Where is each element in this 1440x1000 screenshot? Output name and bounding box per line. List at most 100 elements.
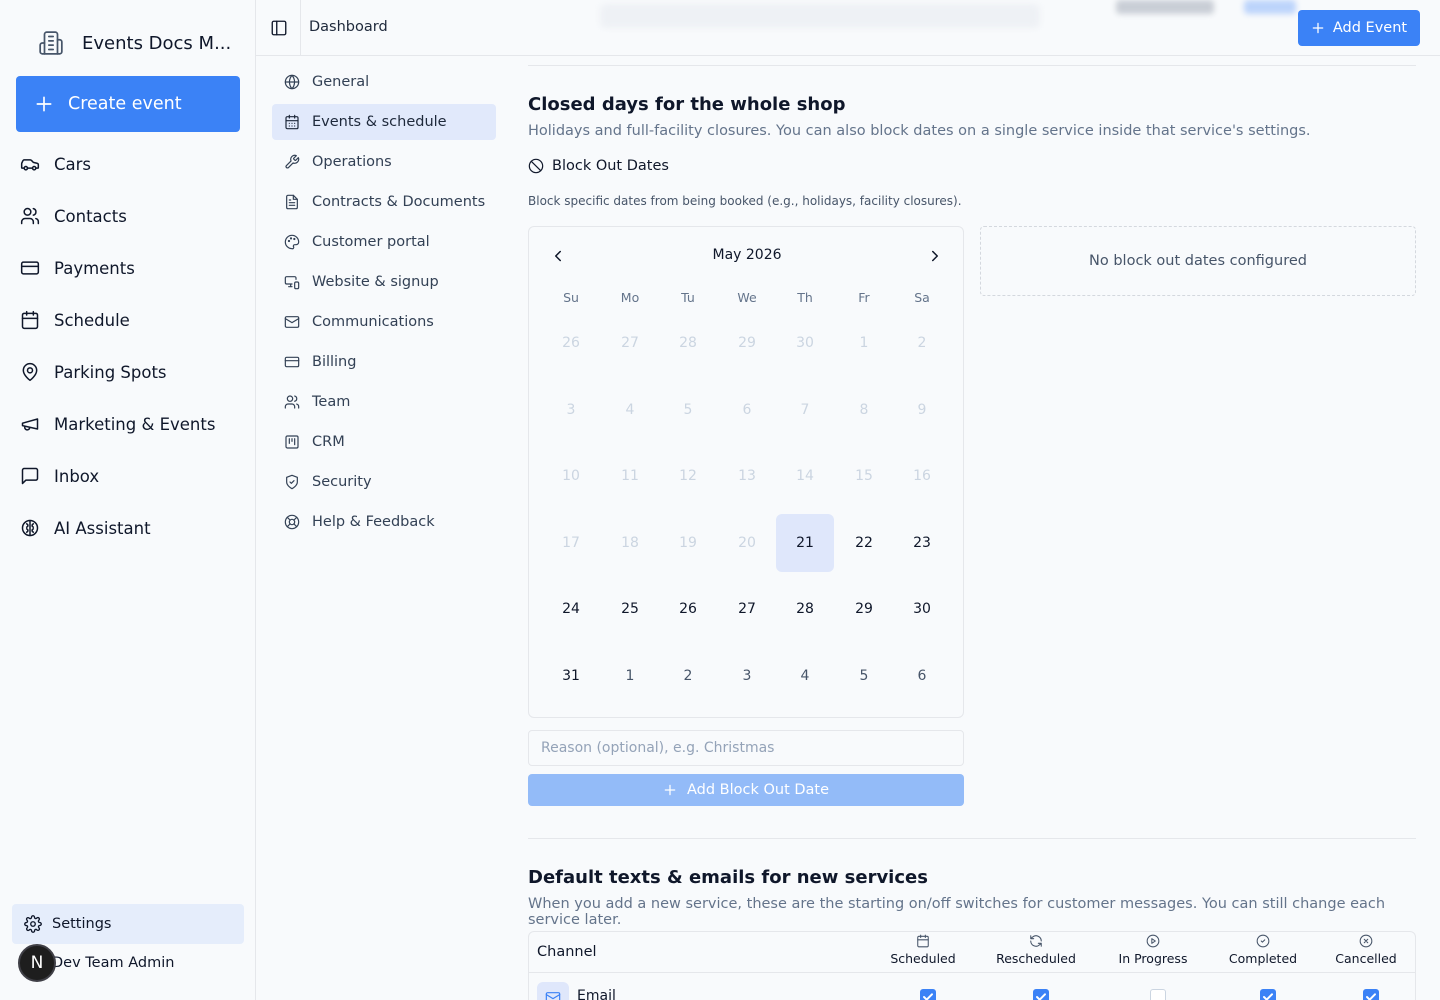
create-event-label: Create event <box>68 94 182 114</box>
calendar-day[interactable]: 29 <box>835 580 893 638</box>
ban-icon <box>528 158 544 174</box>
email-channel-badge <box>537 982 569 1000</box>
life-buoy-icon <box>284 514 300 530</box>
checkbox-in-progress[interactable] <box>1150 989 1166 1000</box>
settings-nav-contracts-documents[interactable]: Contracts & Documents <box>272 184 496 220</box>
sidebar-item-marketing-events[interactable]: Marketing & Events <box>20 404 215 444</box>
play-circle-icon <box>1146 934 1160 948</box>
sidebar-item-inbox[interactable]: Inbox <box>20 456 99 496</box>
calendar-day: 15 <box>855 468 873 484</box>
blockout-header: Block Out Dates <box>528 158 669 174</box>
calendar-day[interactable]: 1 <box>601 647 659 705</box>
sidebar-item-parking-spots[interactable]: Parking Spots <box>20 352 167 392</box>
settings-nav-team[interactable]: Team <box>272 384 496 420</box>
brand[interactable]: Events Docs M... <box>38 30 231 56</box>
file-text-icon <box>286 194 298 210</box>
sidebar-item-settings[interactable]: Settings <box>12 904 244 944</box>
calendar-day[interactable]: 3 <box>718 647 776 705</box>
calendar-day: 18 <box>621 535 639 551</box>
map-pin-icon <box>22 362 38 382</box>
calendar-day-today[interactable]: 21 <box>776 514 834 572</box>
settings-nav-security[interactable]: Security <box>272 464 496 500</box>
plus-icon <box>36 96 52 112</box>
calendar-day[interactable]: 28 <box>776 580 834 638</box>
chevron-right-icon[interactable] <box>926 247 944 265</box>
reason-input[interactable] <box>528 730 964 766</box>
checkbox-completed[interactable] <box>1260 989 1276 1000</box>
check-icon <box>923 993 933 1000</box>
calendar-day[interactable]: 30 <box>893 580 951 638</box>
settings-nav-help-feedback[interactable]: Help & Feedback <box>272 504 496 540</box>
calendar-day[interactable]: 27 <box>718 580 776 638</box>
calendar-day: 11 <box>621 468 639 484</box>
add-event-button[interactable]: Add Event <box>1298 10 1420 46</box>
message-square-icon <box>21 467 39 485</box>
settings-nav-label: Security <box>312 474 372 490</box>
main-sidebar: Events Docs M... Create event Cars Conta… <box>0 0 256 1000</box>
calendar-day[interactable]: 2 <box>659 647 717 705</box>
sidebar-item-ai-assistant[interactable]: AI Assistant <box>20 508 151 548</box>
megaphone-icon <box>21 418 39 431</box>
blurred-overlay <box>1116 0 1214 14</box>
column-header-cancelled: Cancelled <box>1311 934 1415 966</box>
settings-nav-general[interactable]: General <box>272 64 496 100</box>
avatar: N <box>18 944 56 982</box>
calendar-day[interactable]: 4 <box>776 647 834 705</box>
column-label: Rescheduled <box>996 951 1076 966</box>
calendar-day: 12 <box>679 468 697 484</box>
sidebar-item-label: Contacts <box>54 206 127 226</box>
palette-icon <box>284 234 300 250</box>
sidebar-item-cars[interactable]: Cars <box>20 144 91 184</box>
settings-nav-label: Billing <box>312 354 357 370</box>
user-menu[interactable]: N Dev Team Admin <box>18 944 174 982</box>
create-event-button[interactable]: Create event <box>16 76 240 132</box>
settings-nav-customer-portal[interactable]: Customer portal <box>272 224 496 260</box>
settings-nav-label: Communications <box>312 314 434 330</box>
settings-nav-website-signup[interactable]: Website & signup <box>272 264 496 300</box>
settings-nav-label: Contracts & Documents <box>312 194 486 210</box>
calendar-day[interactable]: 25 <box>601 580 659 638</box>
check-icon <box>1036 993 1046 1000</box>
sidebar-item-payments[interactable]: Payments <box>20 248 135 288</box>
calendar-day[interactable]: 6 <box>893 647 951 705</box>
settings-nav-operations[interactable]: Operations <box>272 144 496 180</box>
settings-nav-communications[interactable]: Communications <box>272 304 496 340</box>
closed-days-description: Holidays and full-facility closures. You… <box>528 123 1311 139</box>
breadcrumb[interactable]: Dashboard <box>309 19 388 35</box>
panel-left-icon[interactable] <box>270 19 288 37</box>
sidebar-item-contacts[interactable]: Contacts <box>20 196 127 236</box>
refresh-icon <box>1030 935 1042 947</box>
calendar-day[interactable]: 24 <box>542 580 600 638</box>
settings-nav-billing[interactable]: Billing <box>272 344 496 380</box>
gear-icon <box>24 915 42 933</box>
channel-header: Channel <box>537 944 597 960</box>
section-divider <box>528 65 1416 66</box>
calendar-icon <box>917 934 929 948</box>
add-block-out-date-button[interactable]: Add Block Out Date <box>528 774 964 806</box>
sidebar-item-label: Schedule <box>54 310 130 330</box>
calendar-day: 16 <box>913 468 931 484</box>
monitor-smartphone-icon <box>284 276 300 290</box>
calendar-day[interactable]: 31 <box>542 647 600 705</box>
sidebar-item-schedule[interactable]: Schedule <box>20 300 130 340</box>
mail-icon <box>545 992 561 1000</box>
calendar-day[interactable]: 26 <box>659 580 717 638</box>
settings-nav-label: Website & signup <box>312 274 439 290</box>
sidebar-item-label: Cars <box>54 154 92 174</box>
settings-nav-events-schedule[interactable]: Events & schedule <box>272 104 496 140</box>
building-icon <box>39 31 63 55</box>
calendar-day[interactable]: 23 <box>893 514 951 572</box>
checkbox-rescheduled[interactable] <box>1033 989 1049 1000</box>
column-header-scheduled: Scheduled <box>868 934 978 966</box>
globe-icon <box>284 74 300 90</box>
settings-nav-crm[interactable]: CRM <box>272 424 496 460</box>
checkbox-scheduled[interactable] <box>920 989 936 1000</box>
settings-nav-label: General <box>312 74 370 90</box>
calendar-day[interactable]: 5 <box>835 647 893 705</box>
table-divider <box>529 972 1415 973</box>
x-circle-icon <box>1359 934 1373 948</box>
checkbox-cancelled[interactable] <box>1363 989 1379 1000</box>
brain-icon <box>21 519 39 537</box>
calendar-day[interactable]: 22 <box>835 514 893 572</box>
weekday-label: Mo <box>620 290 640 305</box>
